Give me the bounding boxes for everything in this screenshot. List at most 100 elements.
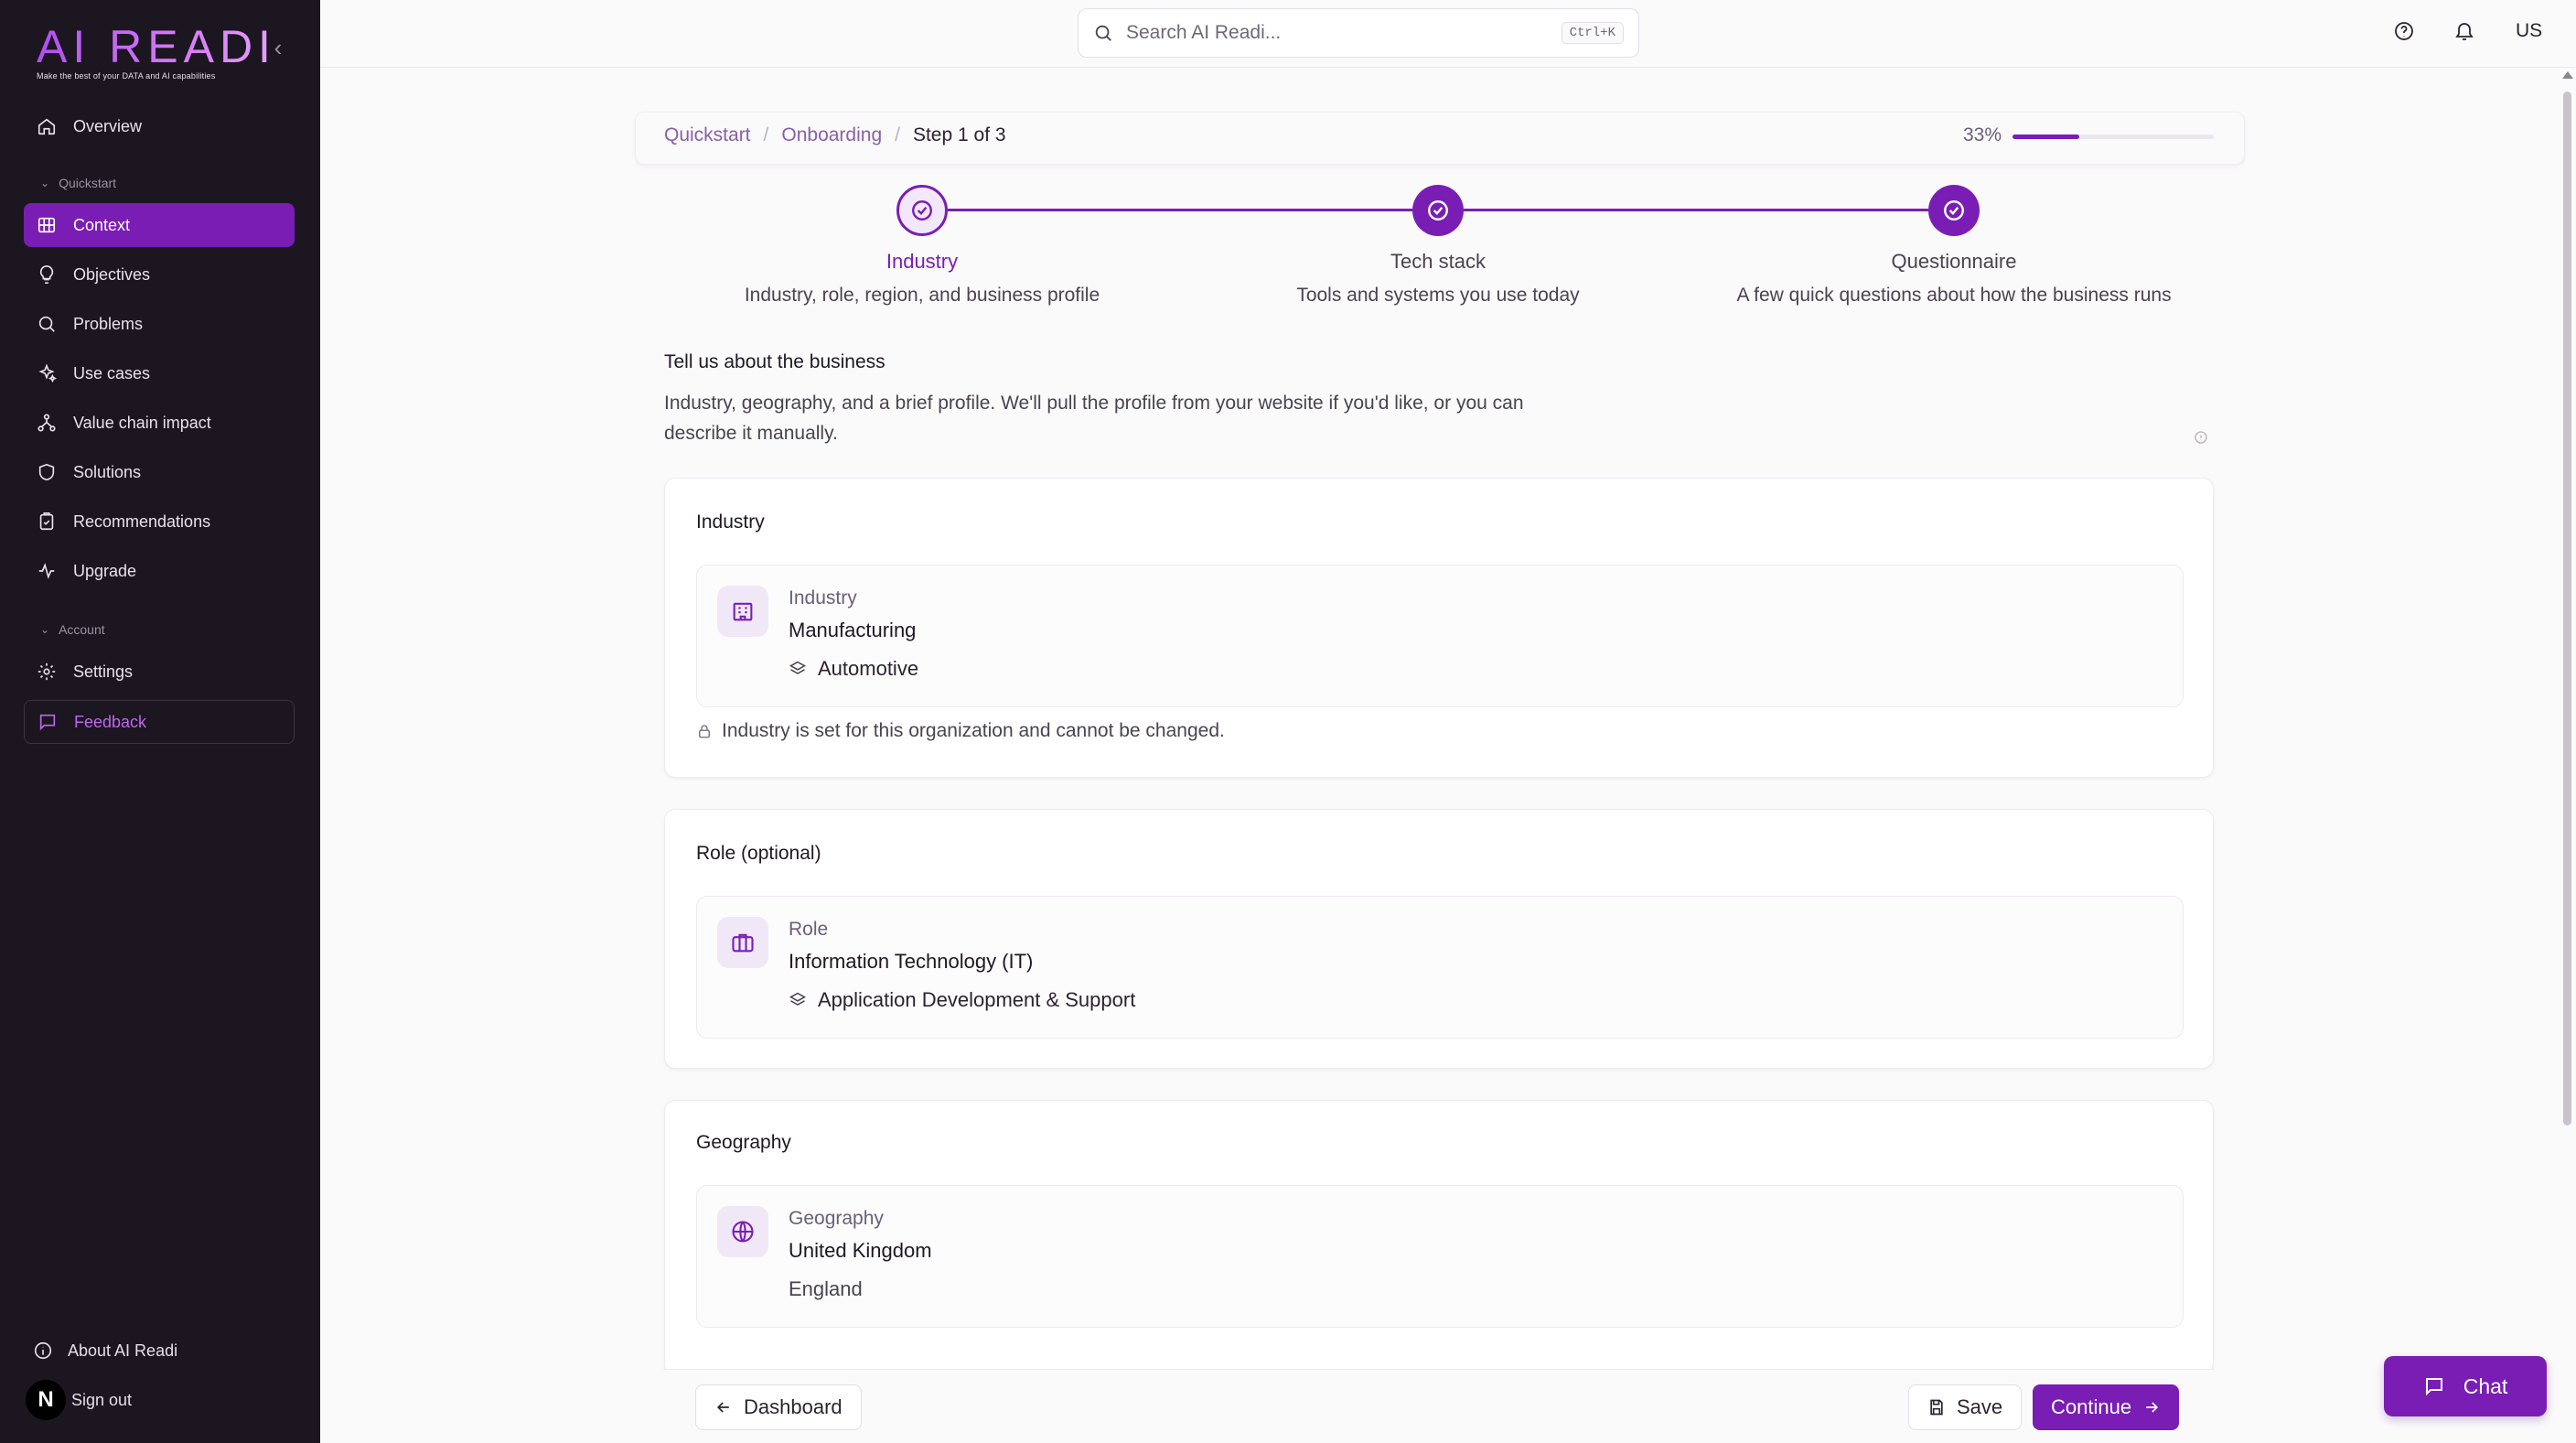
sign-out-button[interactable]: N Sign out [26,1380,132,1420]
field-label: Role [789,919,829,940]
check-circle-icon [1428,200,1448,221]
sidebar-item-overview[interactable]: Overview [24,104,295,148]
about-label: About AI Readi [68,1341,178,1360]
step-questionnaire-marker[interactable] [1928,185,1980,236]
footer-action-bar: Dashboard Save Continue [664,1369,2214,1443]
progress-fill [2012,135,2079,139]
lock-icon [699,725,710,738]
step-connector [1464,209,1928,211]
sparkles-icon [38,363,57,383]
step-tech-stack-marker[interactable] [1412,185,1464,236]
sidebar-item-value-chain-impact[interactable]: Value chain impact [24,401,295,445]
chat-label: Chat [2463,1373,2508,1398]
sidebar-item-label: Problems [73,314,144,333]
sidebar-item-label: Value chain impact [73,413,211,432]
sidebar-item-label: Feedback [74,712,147,731]
message-icon [2425,1378,2442,1396]
about-link[interactable]: About AI Readi [33,1341,177,1361]
locked-note: Industry is set for this organization an… [696,720,1225,742]
bell-icon [2455,23,2474,40]
breadcrumb-separator: / [763,124,769,145]
continue-label: Continue [2051,1395,2132,1418]
card-title: Geography [696,1132,791,1153]
card-title: Role (optional) [696,843,821,864]
scrollbar-thumb[interactable] [2563,92,2571,1125]
sidebar-item-upgrade[interactable]: Upgrade [24,549,295,593]
step-description: A few quick questions about how the busi… [1736,285,2172,306]
section-label: Quickstart [59,176,117,190]
locked-note-text: Industry is set for this organization an… [722,720,1225,741]
step-connector [948,209,1412,211]
sidebar-item-label: Overview [73,116,143,135]
field-label: Industry [789,587,857,608]
check-circle-icon [1944,200,1964,221]
arrow-right-icon [2146,1402,2159,1413]
progress-bar [2012,135,2214,139]
breadcrumb: Quickstart / Onboarding / Step 1 of 3 [664,124,1006,146]
sidebar-section-quickstart[interactable]: ⌄ Quickstart [40,176,116,190]
step-description: Tools and systems you use today [1296,285,1580,306]
breadcrumb-quickstart[interactable]: Quickstart [664,124,751,146]
shield-icon [38,463,55,481]
search-input[interactable]: Search AI Readi... Ctrl+K [1078,8,1639,58]
dashboard-button[interactable]: Dashboard [695,1384,862,1430]
sub-role-value: Application Development & Support [818,988,1136,1011]
industry-card: Industry Industry Manufacturing Automoti… [664,478,2214,778]
info-icon [34,1341,52,1360]
search-icon [1095,25,1111,41]
sidebar-item-label: Settings [73,662,134,681]
save-button[interactable]: Save [1908,1384,2023,1430]
sidebar-item-recommendations[interactable]: Recommendations [24,500,295,544]
activity-icon [38,563,55,579]
info-icon[interactable] [2194,430,2208,445]
role-selection[interactable]: Role Information Technology (IT) Applica… [696,896,2184,1039]
sidebar-item-use-cases[interactable]: Use cases [24,351,295,395]
sidebar-section-account[interactable]: ⌄ Account [40,622,105,637]
section-label: Account [59,622,105,637]
continue-button[interactable]: Continue [2033,1384,2180,1430]
sidebar-item-settings[interactable]: Settings [24,650,295,694]
chat-button[interactable]: Chat [2384,1356,2547,1416]
sidebar-item-label: Objectives [73,264,151,284]
logo-text: AI READI [37,21,276,72]
lightbulb-icon [39,265,54,284]
scroll-up-arrow[interactable] [2562,71,2573,79]
breadcrumb-onboarding[interactable]: Onboarding [781,124,882,146]
sidebar-item-solutions[interactable]: Solutions [24,450,295,494]
geography-selection[interactable]: Geography United Kingdom England [696,1185,2184,1328]
layers-icon [789,992,807,1006]
search-icon [38,316,55,332]
step-industry-marker[interactable] [896,185,948,236]
building-icon [38,217,56,233]
app-logo[interactable]: AI READI Make the best of your DATA and … [37,24,276,81]
field-label: Geography [789,1208,884,1229]
dashboard-label: Dashboard [744,1395,843,1418]
arrow-left-icon [716,1402,729,1413]
section-description: Industry, geography, and a brief profile… [664,393,1524,444]
language-selector[interactable]: US [2516,20,2542,42]
chevron-down-icon: ⌄ [40,623,50,636]
factory-icon [717,586,768,637]
layers-icon [789,661,807,674]
progress-percent: 33% [1963,124,2002,145]
sidebar-item-objectives[interactable]: Objectives [24,253,295,296]
search-shortcut: Ctrl+K [1561,22,1624,44]
sidebar-item-label: Upgrade [73,561,137,580]
globe-icon [717,1206,768,1257]
sidebar-item-feedback[interactable]: Feedback [24,700,295,744]
sub-role: Application Development & Support [789,988,1135,1012]
sidebar-item-context[interactable]: Context [24,203,295,247]
sidebar-item-problems[interactable]: Problems [24,302,295,346]
search-placeholder: Search AI Readi... [1126,22,1282,43]
country-value: United Kingdom [789,1239,932,1262]
step-title: Questionnaire [1891,250,2017,273]
collapse-sidebar-button[interactable]: ‹ [267,35,289,62]
geography-card: Geography Geography United Kingdom Engla… [664,1100,2214,1374]
gear-icon [38,662,56,681]
help-button[interactable] [2393,20,2419,46]
notifications-button[interactable] [2453,20,2479,46]
briefcase-icon [717,917,768,968]
region-value: England [789,1277,863,1300]
top-bar: Search AI Readi... Ctrl+K [320,0,2576,68]
clipboard-check-icon [39,512,54,531]
